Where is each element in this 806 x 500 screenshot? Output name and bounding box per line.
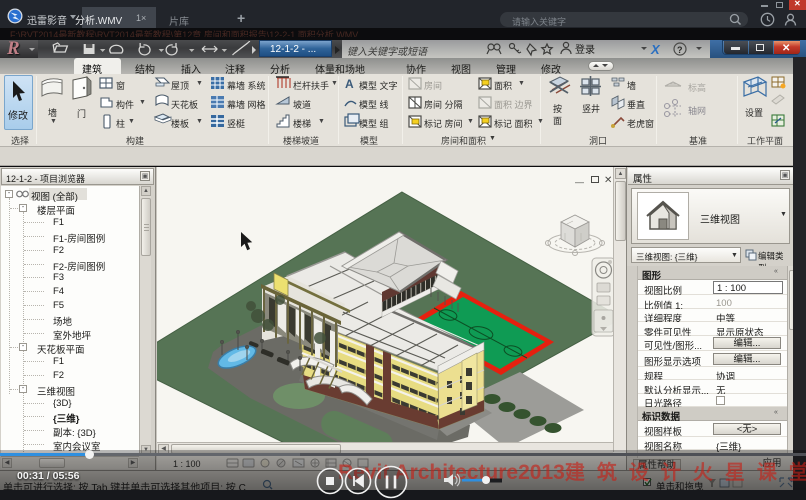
svg-text:登录: 登录 [575,43,595,56]
svg-text:?: ? [677,45,683,55]
svg-text:X: X [650,42,661,57]
